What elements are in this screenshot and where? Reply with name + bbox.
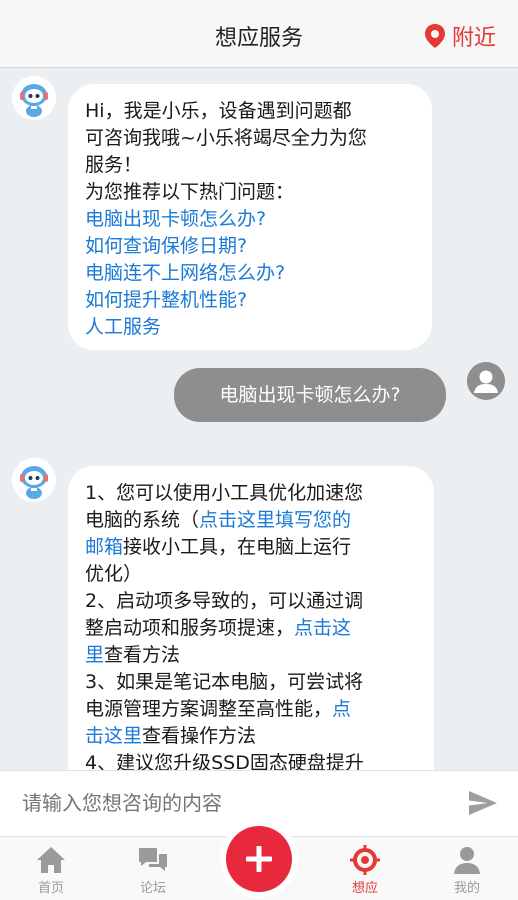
target-icon [350, 845, 380, 875]
view-steps-link[interactable]: 点 [332, 698, 351, 720]
bot-message-text: 可咨询我哦~小乐将竭尽全力为您 [85, 127, 367, 149]
view-steps-link[interactable]: 击这里 [85, 725, 142, 747]
app-header: 想应服务 附近 [0, 0, 518, 68]
tab-label: 论坛 [139, 881, 166, 896]
user-message-text: 电脑出现卡顿怎么办? [219, 384, 401, 406]
bot-message-text: 查看方法 [104, 644, 181, 666]
faq-link-warranty[interactable]: 如何查询保修日期? [85, 233, 432, 260]
person-icon [467, 362, 505, 400]
plus-icon [246, 846, 272, 872]
tab-label: 想应 [351, 881, 378, 896]
send-button[interactable] [468, 789, 498, 821]
bot-message-text: 3、如果是笔记本电脑，可尝试将 [85, 671, 364, 693]
bot-message-text: 2、启动项多导致的，可以通过调 [85, 590, 364, 612]
bot-message-text: 服务！ [85, 154, 143, 176]
bot-message-text: 优化） [85, 563, 143, 585]
faq-link-human-service[interactable]: 人工服务 [85, 314, 432, 341]
tab-label: 首页 [37, 881, 64, 896]
tab-forum[interactable]: 论坛 [118, 845, 188, 896]
bot-message-text: 整启动项和服务项提速， [85, 617, 295, 639]
faq-link-network[interactable]: 电脑连不上网络怎么办? [85, 260, 432, 287]
tab-home[interactable]: 首页 [16, 845, 86, 896]
add-post-button[interactable] [226, 826, 292, 892]
location-pin-icon [424, 24, 445, 48]
view-method-link[interactable]: 点击这 [294, 617, 351, 639]
chat-area[interactable]: Hi，我是小乐，设备遇到问题都 可咨询我哦~小乐将竭尽全力为您 服务！ 为您推荐… [0, 68, 518, 770]
faq-link-performance[interactable]: 如何提升整机性能? [85, 287, 432, 314]
view-method-link[interactable]: 里 [85, 644, 104, 666]
home-icon [37, 847, 65, 873]
bot-message-bubble: Hi，我是小乐，设备遇到问题都 可咨询我哦~小乐将竭尽全力为您 服务！ 为您推荐… [68, 84, 432, 350]
bot-avatar [12, 458, 56, 502]
robot-avatar-icon [12, 458, 56, 502]
forum-icon [139, 848, 167, 871]
tab-xiangying[interactable]: 想应 [330, 845, 400, 896]
bot-message-text: 为您推荐以下热门问题： [85, 181, 295, 203]
bot-message-text: 电脑的系统（ [85, 509, 200, 531]
bot-message-text: 查看操作方法 [142, 725, 257, 747]
bot-message-text: 4、建议您升级SSD固态硬盘提升 [85, 752, 364, 770]
message-input[interactable] [22, 791, 422, 815]
tab-mine[interactable]: 我的 [432, 845, 502, 896]
robot-avatar-icon [12, 76, 56, 120]
fill-email-link[interactable]: 点击这里填写您的 [199, 509, 351, 531]
bot-message-bubble: 1、您可以使用小工具优化加速您 电脑的系统（点击这里填写您的 邮箱接收小工具，在… [68, 466, 434, 770]
fill-email-link[interactable]: 邮箱 [85, 536, 123, 558]
bot-message-text: 1、您可以使用小工具优化加速您 [85, 482, 364, 504]
send-icon [469, 791, 497, 815]
bot-avatar [12, 76, 56, 120]
tab-label: 我的 [453, 881, 480, 896]
bot-message-text: 接收小工具，在电脑上运行 [123, 536, 352, 558]
nearby-label: 附近 [451, 26, 496, 51]
nearby-button[interactable]: 附近 [424, 20, 496, 52]
person-icon [454, 847, 480, 874]
user-message-bubble: 电脑出现卡顿怎么办? [174, 368, 446, 422]
user-avatar [467, 362, 505, 400]
bot-message-text: Hi，我是小乐，设备遇到问题都 [85, 100, 352, 122]
faq-link-lag[interactable]: 电脑出现卡顿怎么办? [85, 206, 432, 233]
bot-message-text: 电源管理方案调整至高性能， [85, 698, 333, 720]
